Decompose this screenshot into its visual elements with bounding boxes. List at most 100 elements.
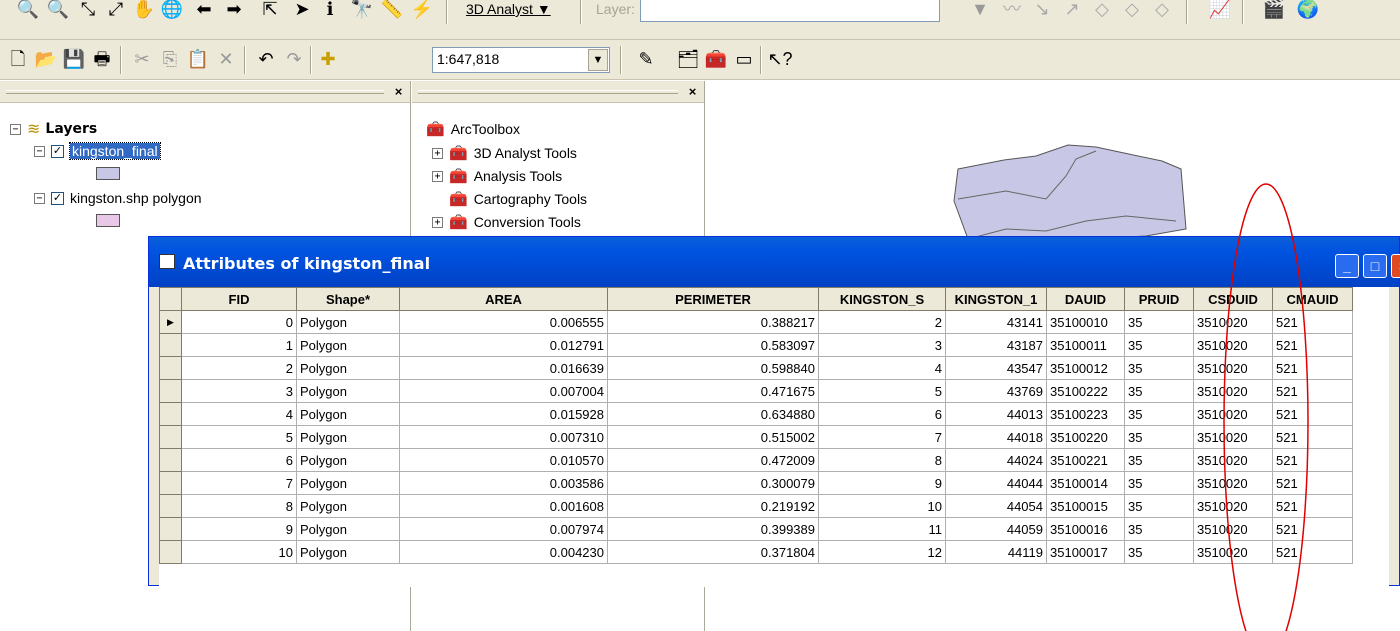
table-cell[interactable]: Polygon bbox=[296, 402, 400, 426]
row-selector[interactable] bbox=[159, 425, 182, 449]
row-selector-header[interactable] bbox=[159, 287, 182, 311]
table-cell[interactable]: 0.399389 bbox=[607, 517, 819, 541]
table-cell[interactable]: 35 bbox=[1124, 494, 1194, 518]
table-cell[interactable]: 521 bbox=[1272, 425, 1353, 449]
table-cell[interactable]: 521 bbox=[1272, 402, 1353, 426]
row-selector[interactable] bbox=[159, 402, 182, 426]
table-cell[interactable]: 44013 bbox=[945, 402, 1047, 426]
table-cell[interactable]: 0.015928 bbox=[399, 402, 608, 426]
table-cell[interactable]: 0.010570 bbox=[399, 448, 608, 472]
table-cell[interactable]: 10 bbox=[818, 494, 946, 518]
table-cell[interactable]: 35 bbox=[1124, 471, 1194, 495]
copy-icon[interactable]: ⎘ bbox=[158, 47, 182, 71]
table-cell[interactable]: 4 bbox=[181, 402, 297, 426]
layer-label[interactable]: kingston.shp polygon bbox=[70, 190, 202, 206]
zoom-in-icon[interactable]: 🔍 bbox=[16, 0, 40, 21]
pane-grip[interactable] bbox=[6, 90, 384, 94]
column-header[interactable]: PERIMETER bbox=[607, 287, 819, 311]
table-row[interactable]: 5 Polygon 0.007310 0.515002 7 44018 35100220 35… bbox=[159, 425, 1353, 449]
table-cell[interactable]: 2 bbox=[181, 356, 297, 380]
table-cell[interactable]: 521 bbox=[1272, 379, 1353, 403]
arctoolbox-icon[interactable]: 🧰 bbox=[704, 47, 728, 71]
table-cell[interactable]: 521 bbox=[1272, 448, 1353, 472]
table-cell[interactable]: 35100014 bbox=[1046, 471, 1125, 495]
hyperlink-icon[interactable]: ⚡ bbox=[410, 0, 434, 21]
table-row[interactable]: 10 Polygon 0.004230 0.371804 12 44119 35100017… bbox=[159, 540, 1353, 564]
table-cell[interactable]: 3510020 bbox=[1193, 494, 1273, 518]
line-of-sight-icon[interactable]: ↗ bbox=[1060, 0, 1084, 21]
table-cell[interactable]: Polygon bbox=[296, 540, 400, 564]
table-cell[interactable]: 0.001608 bbox=[399, 494, 608, 518]
table-cell[interactable]: Polygon bbox=[296, 471, 400, 495]
table-row[interactable]: 3 Polygon 0.007004 0.471675 5 43769 35100222 35… bbox=[159, 379, 1353, 403]
column-header[interactable]: FID bbox=[181, 287, 297, 311]
table-cell[interactable]: 0.007310 bbox=[399, 425, 608, 449]
table-cell[interactable]: 43769 bbox=[945, 379, 1047, 403]
table-row[interactable]: 8 Polygon 0.001608 0.219192 10 44054 35100015 3… bbox=[159, 494, 1353, 518]
table-cell[interactable]: Polygon bbox=[296, 310, 400, 334]
table-cell[interactable]: 35100011 bbox=[1046, 333, 1125, 357]
table-cell[interactable]: 5 bbox=[181, 425, 297, 449]
table-cell[interactable]: 9 bbox=[818, 471, 946, 495]
toolbox-item[interactable]: + 🧰 Analysis Tools bbox=[432, 165, 562, 187]
close-icon[interactable]: × bbox=[391, 84, 406, 99]
table-cell[interactable]: 44119 bbox=[945, 540, 1047, 564]
expand-icon[interactable]: + bbox=[432, 216, 443, 228]
layer-item-kingston-shp[interactable]: − ✓ kingston.shp polygon bbox=[34, 187, 202, 209]
row-selector[interactable] bbox=[159, 333, 182, 357]
table-cell[interactable]: 6 bbox=[181, 448, 297, 472]
table-cell[interactable]: 0.583097 bbox=[607, 333, 819, 357]
select-elements-icon[interactable]: ➤ bbox=[290, 0, 314, 21]
table-cell[interactable]: 0.388217 bbox=[607, 310, 819, 334]
table-cell[interactable]: 3510020 bbox=[1193, 540, 1273, 564]
table-cell[interactable]: 3510020 bbox=[1193, 517, 1273, 541]
row-selector[interactable] bbox=[159, 448, 182, 472]
symbol-swatch[interactable] bbox=[96, 214, 120, 227]
table-cell[interactable]: 6 bbox=[818, 402, 946, 426]
pane-grip[interactable] bbox=[418, 90, 678, 94]
chevron-down-icon[interactable]: ▼ bbox=[588, 49, 608, 71]
toolbox-item[interactable]: 🧰 Cartography Tools bbox=[449, 188, 587, 210]
table-cell[interactable]: 8 bbox=[818, 448, 946, 472]
table-cell[interactable]: 0.006555 bbox=[399, 310, 608, 334]
table-cell[interactable]: 35 bbox=[1124, 379, 1194, 403]
table-cell[interactable]: 521 bbox=[1272, 333, 1353, 357]
table-cell[interactable]: 35 bbox=[1124, 540, 1194, 564]
row-selector[interactable]: ▶ bbox=[159, 310, 182, 334]
table-cell[interactable]: 35 bbox=[1124, 517, 1194, 541]
identify-icon[interactable]: ℹ bbox=[318, 0, 342, 21]
table-row[interactable]: 9 Polygon 0.007974 0.399389 11 44059 35100016 3… bbox=[159, 517, 1353, 541]
table-cell[interactable]: 0.004230 bbox=[399, 540, 608, 564]
table-cell[interactable]: 1 bbox=[181, 333, 297, 357]
table-cell[interactable]: 521 bbox=[1272, 494, 1353, 518]
delete-icon[interactable]: ✕ bbox=[214, 47, 238, 71]
steepest-path-icon[interactable]: ↘ bbox=[1030, 0, 1054, 21]
table-cell[interactable]: 0.300079 bbox=[607, 471, 819, 495]
3d-analyst-menu[interactable]: 3D Analyst ▼ bbox=[466, 1, 551, 17]
table-cell[interactable]: 3510020 bbox=[1193, 402, 1273, 426]
table-cell[interactable]: 0.598840 bbox=[607, 356, 819, 380]
column-header[interactable]: AREA bbox=[399, 287, 608, 311]
table-cell[interactable]: 35 bbox=[1124, 333, 1194, 357]
table-cell[interactable]: 35 bbox=[1124, 356, 1194, 380]
table-cell[interactable]: 0.515002 bbox=[607, 425, 819, 449]
close-icon[interactable]: × bbox=[685, 84, 700, 99]
profile-graph-icon[interactable]: 📈 bbox=[1208, 0, 1232, 21]
undo-icon[interactable]: ↶ bbox=[254, 47, 278, 71]
paste-icon[interactable]: 📋 bbox=[186, 47, 210, 71]
collapse-icon[interactable]: − bbox=[34, 145, 45, 157]
table-cell[interactable]: 521 bbox=[1272, 517, 1353, 541]
table-cell[interactable]: 7 bbox=[818, 425, 946, 449]
table-cell[interactable]: 0.472009 bbox=[607, 448, 819, 472]
open-icon[interactable]: 📂 bbox=[34, 47, 58, 71]
table-cell[interactable]: 35100220 bbox=[1046, 425, 1125, 449]
table-cell[interactable]: 11 bbox=[818, 517, 946, 541]
arcscene-icon[interactable]: 🎬 bbox=[1262, 0, 1286, 21]
back-extent-icon[interactable]: ⬅ bbox=[192, 0, 216, 21]
layer-item-kingston-final[interactable]: − ✓ kingston_final bbox=[34, 140, 161, 162]
zoom-out-icon[interactable]: 🔍 bbox=[46, 0, 70, 21]
table-row[interactable]: 4 Polygon 0.015928 0.634880 6 44013 35100223 35… bbox=[159, 402, 1353, 426]
editor-toolbar-icon[interactable]: ✎ bbox=[634, 47, 658, 71]
table-cell[interactable]: 3510020 bbox=[1193, 379, 1273, 403]
toolbox-item[interactable]: + 🧰 3D Analyst Tools bbox=[432, 142, 577, 164]
